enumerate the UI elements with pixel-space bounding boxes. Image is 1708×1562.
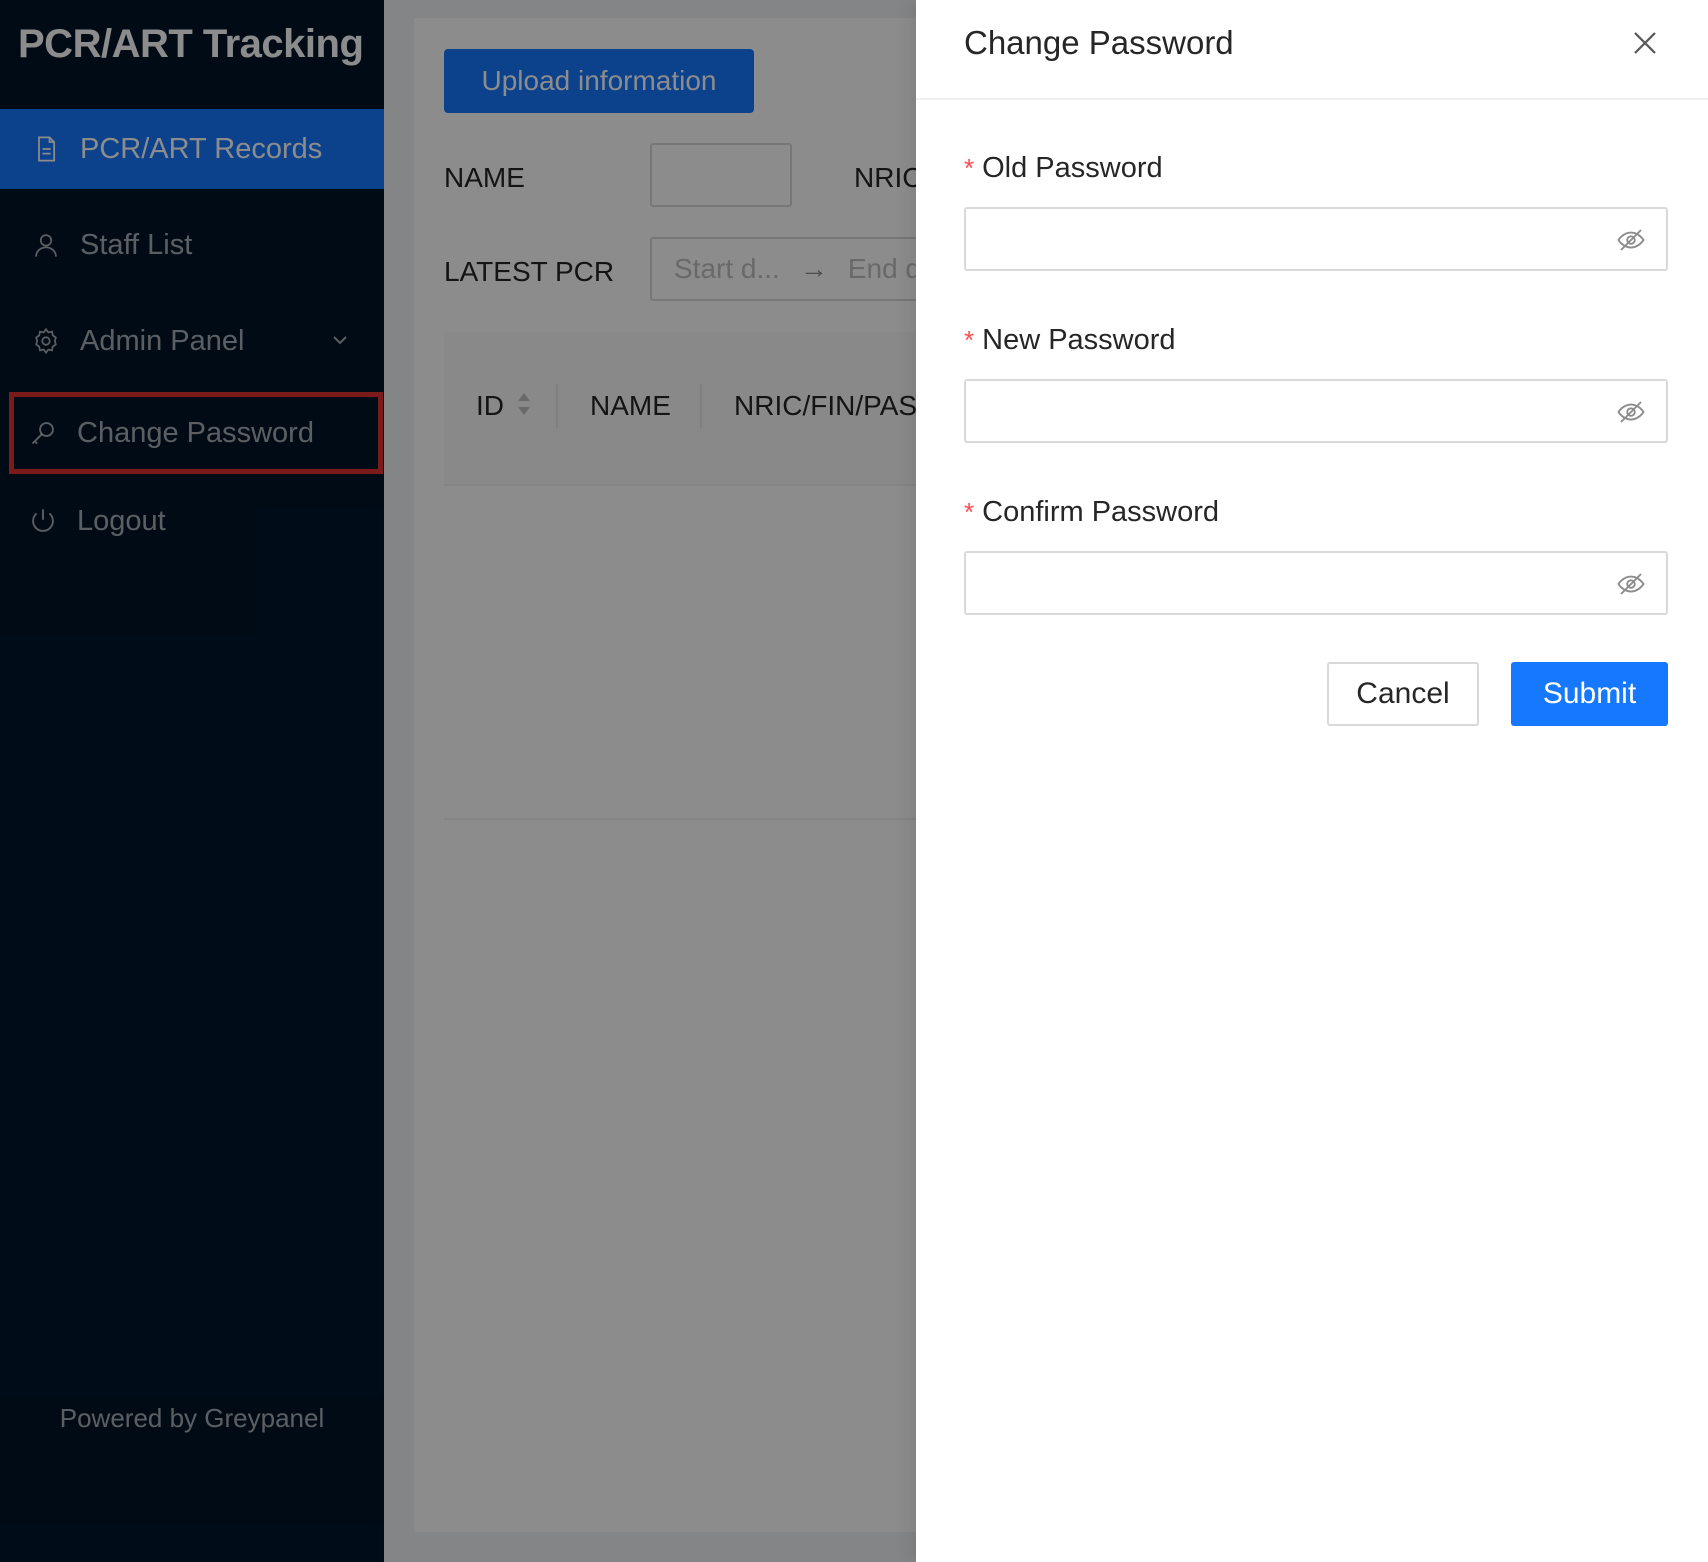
old-password-input[interactable] (980, 209, 1584, 267)
drawer-header: Change Password (916, 0, 1708, 100)
eye-invisible-icon[interactable] (1616, 569, 1646, 599)
old-password-field[interactable] (964, 207, 1668, 271)
submit-button[interactable]: Submit (1511, 662, 1668, 726)
new-password-input[interactable] (980, 381, 1584, 439)
eye-invisible-icon[interactable] (1616, 397, 1646, 427)
confirm-password-label: * Confirm Password (964, 496, 1220, 528)
close-icon[interactable] (1630, 28, 1660, 58)
required-mark: * (964, 325, 975, 355)
old-password-label: * Old Password (964, 152, 1163, 184)
confirm-password-field[interactable] (964, 551, 1668, 615)
change-password-drawer: Change Password * Old Password * New Passw… (916, 0, 1708, 1562)
new-password-field[interactable] (964, 379, 1668, 443)
confirm-password-input[interactable] (980, 553, 1584, 611)
new-password-label: * New Password (964, 324, 1176, 356)
required-mark: * (964, 153, 975, 183)
cancel-button[interactable]: Cancel (1327, 662, 1479, 726)
drawer-title: Change Password (964, 24, 1234, 61)
eye-invisible-icon[interactable] (1616, 225, 1646, 255)
required-mark: * (964, 497, 975, 527)
